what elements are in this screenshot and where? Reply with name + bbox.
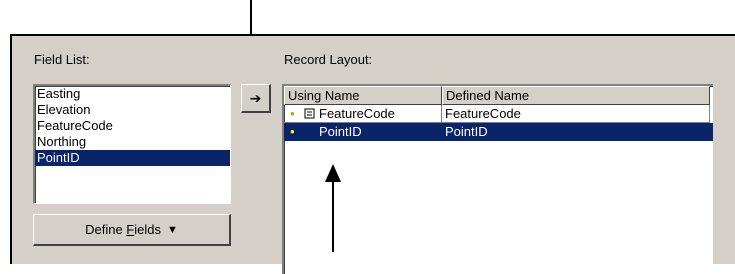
annotation-arrow-bottom [325, 164, 341, 252]
